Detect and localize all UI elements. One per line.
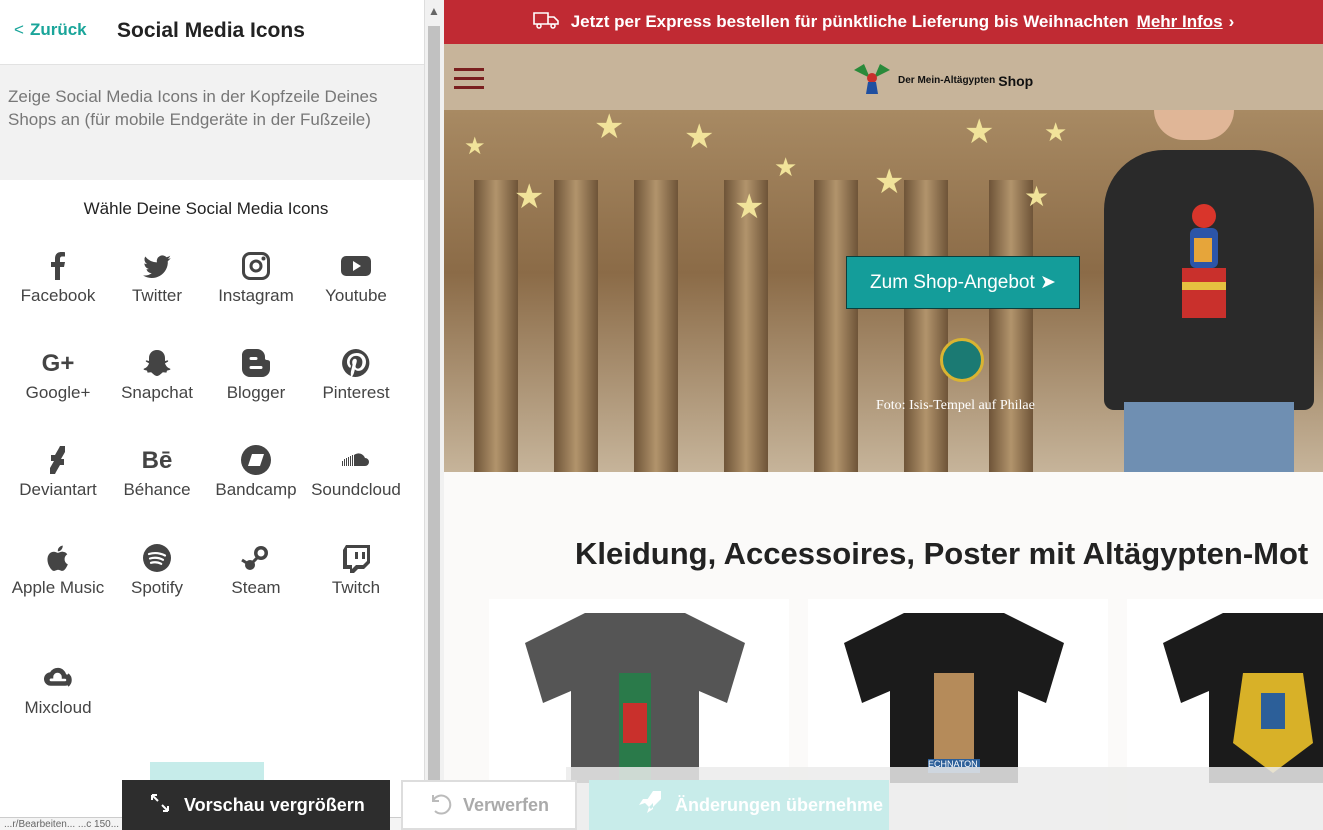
social-option-label: Deviantart: [19, 480, 97, 499]
social-option-label: Spotify: [131, 578, 183, 597]
logo-text-big: Shop: [998, 72, 1034, 89]
bandcamp-icon: [239, 444, 273, 478]
social-option-label: Soundcloud: [311, 480, 401, 499]
social-option-label: Pinterest: [322, 383, 390, 402]
undo-icon: [427, 791, 453, 820]
social-option-spotify[interactable]: Spotify: [107, 542, 207, 599]
banner-text: Jetzt per Express bestellen für pünktlic…: [570, 12, 1129, 31]
social-option-google-plus[interactable]: G+ Google+: [8, 347, 108, 404]
social-option-apple-music[interactable]: Apple Music: [8, 542, 108, 599]
logo-text-small: Der Mein-Altägypten: [898, 75, 996, 86]
chevron-left-icon: <: [14, 20, 24, 39]
social-option-label: Twitter: [131, 286, 183, 305]
scarab-icon: [940, 338, 984, 382]
social-option-behance[interactable]: Bē Béhance: [107, 444, 207, 501]
social-option-label: Mixcloud: [24, 698, 92, 717]
facebook-icon: [41, 250, 75, 284]
social-option-bandcamp[interactable]: Bandcamp: [206, 444, 306, 501]
social-option-label: Blogger: [226, 383, 286, 402]
apply-changes-label: Änderungen übernehme: [675, 794, 884, 815]
pinterest-icon: [339, 347, 373, 381]
social-option-label: Snapchat: [121, 383, 193, 402]
deviantart-icon: [41, 444, 75, 478]
google-plus-icon: G+: [41, 350, 75, 377]
social-option-label: Twitch: [331, 578, 381, 597]
social-option-mixcloud[interactable]: Mixcloud: [8, 662, 108, 719]
shop-logo[interactable]: Der Mein-Altägypten Shop: [852, 60, 1033, 101]
customizer-panel: < Zurück Social Media Icons Zeige Social …: [0, 0, 424, 830]
back-label: Zurück: [29, 20, 87, 39]
tshirt-black-tutankhamun-icon: [1163, 613, 1323, 783]
social-option-steam[interactable]: Steam: [206, 542, 306, 599]
shop-preview: Jetzt per Express bestellen für pünktlic…: [444, 0, 1323, 830]
spotify-icon: [140, 542, 174, 576]
social-option-facebook[interactable]: Facebook: [8, 250, 108, 307]
social-option-label: Béhance: [123, 480, 191, 499]
panel-header: < Zurück Social Media Icons: [0, 0, 424, 65]
tshirt-grey-icon: [525, 613, 745, 783]
scroll-up-arrow-icon[interactable]: ▲: [426, 2, 442, 20]
apply-changes-button[interactable]: Änderungen übernehme: [589, 780, 889, 830]
hero-image: ★ ★ ★ ★ ★ ★ ★ ★ ★ ★ Zum Shop-Angebot ➤ F…: [444, 110, 1323, 472]
social-option-soundcloud[interactable]: Soundcloud: [306, 444, 406, 501]
shop-nav: Der Mein-Altägypten Shop: [444, 44, 1323, 110]
rocket-icon: [635, 789, 663, 822]
section-heading: Kleidung, Accessoires, Poster mit Altägy…: [575, 536, 1309, 571]
enlarge-preview-button[interactable]: Vorschau vergrößern: [122, 780, 390, 830]
social-option-blogger[interactable]: Blogger: [206, 347, 306, 404]
hero-caption: Foto: Isis-Tempel auf Philae: [876, 398, 1035, 413]
banner-more-link[interactable]: Mehr Infos: [1137, 12, 1223, 32]
social-option-pinterest[interactable]: Pinterest: [306, 347, 406, 404]
social-option-twitter[interactable]: Twitter: [107, 250, 207, 307]
hero-shop-button[interactable]: Zum Shop-Angebot ➤: [846, 256, 1080, 309]
behance-icon: Bē: [141, 447, 173, 474]
instagram-icon: [239, 250, 273, 284]
blogger-icon: [239, 347, 273, 381]
discard-label: Verwerfen: [463, 794, 550, 815]
youtube-icon: [339, 250, 373, 284]
social-option-snapchat[interactable]: Snapchat: [107, 347, 207, 404]
expand-icon: [150, 793, 170, 818]
enlarge-preview-label: Vorschau vergrößern: [184, 794, 365, 815]
model-photo: [1094, 110, 1323, 472]
back-button[interactable]: < Zurück: [14, 20, 87, 40]
twitch-icon: [339, 542, 373, 576]
social-option-label: Bandcamp: [215, 480, 297, 499]
social-option-label: Apple Music: [11, 578, 105, 597]
promo-banner: Jetzt per Express bestellen für pünktlic…: [444, 0, 1323, 44]
twitter-icon: [140, 250, 174, 284]
mixcloud-icon: [41, 662, 75, 696]
steam-icon: [239, 542, 273, 576]
social-option-label: Steam: [231, 578, 281, 597]
panel-description: Zeige Social Media Icons in der Kopfzeil…: [0, 65, 424, 180]
snapchat-icon: [140, 347, 174, 381]
social-option-label: Facebook: [20, 286, 96, 305]
social-option-label: Instagram: [218, 286, 294, 305]
tshirt-black-icon: [844, 613, 1064, 783]
soundcloud-icon: [339, 444, 373, 478]
social-option-deviantart[interactable]: Deviantart: [8, 444, 108, 501]
social-option-instagram[interactable]: Instagram: [206, 250, 306, 307]
chevron-right-icon: ›: [1228, 12, 1235, 31]
choose-icons-heading: Wähle Deine Social Media Icons: [83, 199, 329, 218]
apple-icon: [41, 542, 75, 576]
social-option-twitch[interactable]: Twitch: [306, 542, 406, 599]
hamburger-menu-icon[interactable]: [454, 68, 484, 89]
discard-button[interactable]: Verwerfen: [401, 780, 577, 830]
truck-icon: [532, 11, 559, 34]
scrollbar-thumb[interactable]: [428, 26, 440, 812]
isis-logo-icon: [852, 60, 892, 101]
social-option-label: Google+: [25, 383, 91, 402]
social-option-label: Youtube: [325, 286, 387, 305]
social-option-youtube[interactable]: Youtube: [306, 250, 406, 307]
panel-title: Social Media Icons: [117, 19, 305, 42]
